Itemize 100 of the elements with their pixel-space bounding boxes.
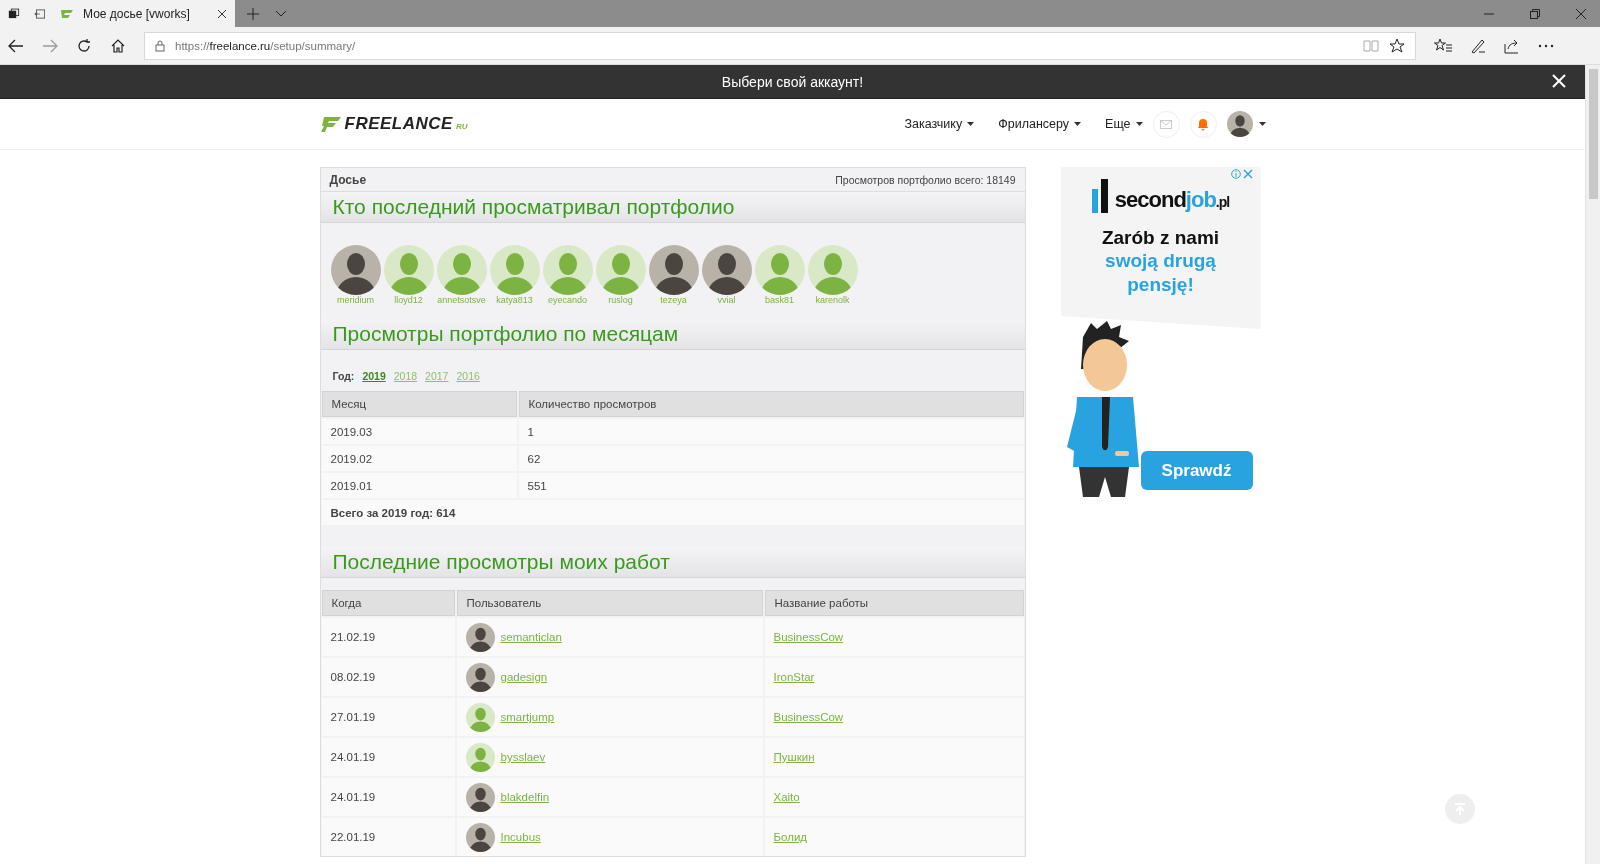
share-icon[interactable] — [1504, 37, 1520, 54]
close-icon[interactable] — [217, 8, 227, 19]
home-icon[interactable] — [110, 37, 126, 54]
caret-icon — [1074, 122, 1082, 126]
site-logo[interactable]: FREELANCE RU — [319, 114, 468, 134]
avatar — [330, 245, 381, 295]
lock-icon — [155, 39, 165, 52]
advertisement[interactable]: secondjob.pl Zarób z nami swoją drugą pensję! Sprawdź — [1060, 167, 1261, 497]
forward-icon[interactable] — [42, 38, 58, 53]
column-header: Количество просмотров — [518, 391, 1024, 417]
avatar — [701, 245, 752, 295]
avatar — [436, 245, 487, 295]
avatar — [542, 245, 593, 295]
table-cell: 1 — [518, 419, 1024, 444]
favorites-icon[interactable] — [1434, 37, 1452, 54]
restore-icon[interactable] — [1530, 8, 1540, 19]
avatar — [465, 702, 495, 732]
new-tab-icon[interactable] — [247, 7, 259, 20]
viewer-link[interactable]: vvial — [701, 245, 752, 305]
nav-menu[interactable]: Еще — [1105, 117, 1143, 131]
tabs-aside-icon[interactable] — [33, 6, 45, 21]
table-cell: 2019.03 — [321, 419, 517, 444]
more-icon[interactable] — [1538, 43, 1554, 48]
user-link[interactable]: gadesign — [500, 671, 548, 683]
user-link[interactable]: Incubus — [500, 831, 541, 843]
column-header: Пользователь — [456, 590, 763, 616]
caret-icon — [1135, 122, 1143, 126]
mail-icon — [1160, 119, 1172, 129]
nav-menu[interactable]: Фрилансеру — [998, 117, 1082, 131]
caret-icon — [1258, 122, 1266, 126]
user-link[interactable]: bysslaev — [500, 751, 546, 763]
scrollbar[interactable] — [1585, 65, 1600, 864]
column-header: Название работы — [764, 590, 1024, 616]
viewer-link[interactable]: lloyd12 — [383, 245, 434, 305]
section-label: Досье — [329, 172, 367, 187]
views-total: Просмотров портфолио всего: 18149 — [835, 173, 1016, 186]
refresh-icon[interactable] — [76, 37, 92, 54]
notifications-button[interactable] — [1189, 110, 1217, 138]
table-cell: 2019.01 — [321, 473, 517, 498]
user-link[interactable]: smartjump — [500, 711, 555, 723]
address-bar[interactable]: https://freelance.ru/setup/summary/ — [144, 31, 1416, 60]
avatar — [754, 245, 805, 295]
ad-headline: Zarób z nami — [1101, 227, 1220, 249]
table-cell: 21.02.19 — [321, 618, 455, 656]
close-button[interactable] — [1551, 73, 1567, 89]
total-row: Всего за 2019 год: 614 — [321, 500, 1024, 525]
viewer-link[interactable]: karenolk — [807, 245, 858, 305]
avatar — [383, 245, 434, 295]
work-link[interactable]: IronStar — [773, 671, 815, 683]
viewer-link[interactable]: ruslog — [595, 245, 646, 305]
back-icon[interactable] — [8, 38, 24, 53]
viewer-link[interactable]: annetsotsve — [436, 245, 487, 305]
account-menu[interactable] — [1226, 111, 1266, 137]
caret-icon — [967, 122, 975, 126]
work-link[interactable]: BusinessCow — [773, 631, 844, 643]
url-text: https://freelance.ru/setup/summary/ — [175, 39, 357, 52]
viewer-link[interactable]: tezeya — [648, 245, 699, 305]
table-cell: 24.01.19 — [321, 738, 455, 776]
user-link[interactable]: semanticlan — [500, 631, 562, 643]
nav-menu[interactable]: Заказчику — [904, 117, 975, 131]
ad-tagline: swoją drugą pensję! — [1104, 249, 1217, 297]
table-cell: 22.01.19 — [321, 818, 455, 856]
avatar — [648, 245, 699, 295]
work-link[interactable]: Пушкин — [773, 751, 815, 763]
work-link[interactable]: Болид — [773, 831, 808, 843]
star-icon[interactable] — [1389, 37, 1405, 54]
browser-tab[interactable]: Мое досье [vworks] — [53, 0, 235, 27]
column-header: Когда — [321, 590, 455, 616]
avatar — [489, 245, 540, 295]
close-icon[interactable] — [1576, 8, 1586, 19]
table-cell: 2019.02 — [321, 446, 517, 471]
avatar — [465, 782, 495, 812]
work-link[interactable]: BusinessCow — [773, 711, 844, 723]
table-cell: 62 — [518, 446, 1024, 471]
viewer-link[interactable]: meridium — [330, 245, 381, 305]
chevron-icon[interactable] — [275, 9, 287, 18]
tab-actions-icon[interactable] — [8, 6, 20, 21]
year-link[interactable]: 2019 — [362, 370, 386, 382]
pen-icon[interactable] — [1470, 37, 1486, 54]
column-header: Месяц — [321, 391, 517, 417]
viewer-link[interactable]: katya813 — [489, 245, 540, 305]
logo-icon — [59, 7, 75, 20]
year-link[interactable]: 2016 — [456, 370, 480, 382]
avatar — [465, 742, 495, 772]
avatar — [465, 822, 495, 852]
table-cell: 27.01.19 — [321, 698, 455, 736]
avatar — [595, 245, 646, 295]
user-link[interactable]: blakdelfin — [500, 791, 550, 803]
avatar — [807, 245, 858, 295]
work-link[interactable]: Xaito — [773, 791, 800, 803]
ad-cta-button[interactable]: Sprawdź — [1140, 451, 1253, 490]
viewer-link[interactable]: bask81 — [754, 245, 805, 305]
year-link[interactable]: 2017 — [425, 370, 449, 382]
table-cell: 08.02.19 — [321, 658, 455, 696]
avatar — [465, 662, 495, 692]
table-cell: 551 — [518, 473, 1024, 498]
year-link[interactable]: 2018 — [393, 370, 418, 382]
avatar — [1226, 111, 1253, 137]
year-label: Год: — [332, 370, 355, 382]
viewer-link[interactable]: eyecando — [542, 245, 593, 305]
